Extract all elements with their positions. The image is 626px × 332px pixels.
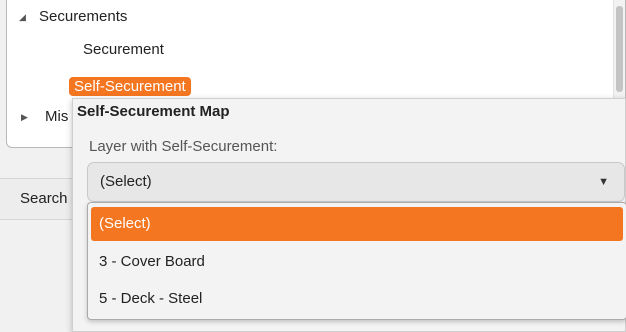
popup-title: Self-Securement Map — [77, 103, 230, 120]
tree-item-label: Self-Securement — [69, 77, 191, 96]
layer-field-label: Layer with Self-Securement: — [89, 138, 278, 155]
option-select[interactable]: (Select) — [91, 207, 623, 241]
dropdown-arrow-icon[interactable]: ▼ — [598, 176, 609, 188]
collapsed-arrow-icon[interactable]: ▶ — [21, 104, 28, 130]
layer-select[interactable]: (Select) ▼ — [87, 162, 625, 202]
option-cover-board[interactable]: 3 - Cover Board — [91, 245, 205, 279]
tree-item-self-securement[interactable]: Self-Securement — [69, 74, 191, 100]
tree-item-label: Securement — [83, 41, 164, 58]
select-value: (Select) — [100, 173, 152, 190]
tree-item-securement[interactable]: Securement — [83, 37, 164, 63]
layer-options-list: (Select) 3 - Cover Board 5 - Deck - Stee… — [87, 202, 626, 320]
tree-group-label: Mis — [45, 108, 69, 125]
scrollbar-thumb[interactable] — [616, 6, 623, 92]
self-securement-map-popup: Self-Securement Map Layer with Self-Secu… — [72, 98, 626, 332]
tree-group-label: Securements — [39, 8, 128, 25]
expanded-arrow-icon[interactable]: ◢ — [19, 4, 26, 30]
option-deck-steel[interactable]: 5 - Deck - Steel — [91, 282, 202, 316]
search-label[interactable]: Search — [20, 190, 68, 207]
